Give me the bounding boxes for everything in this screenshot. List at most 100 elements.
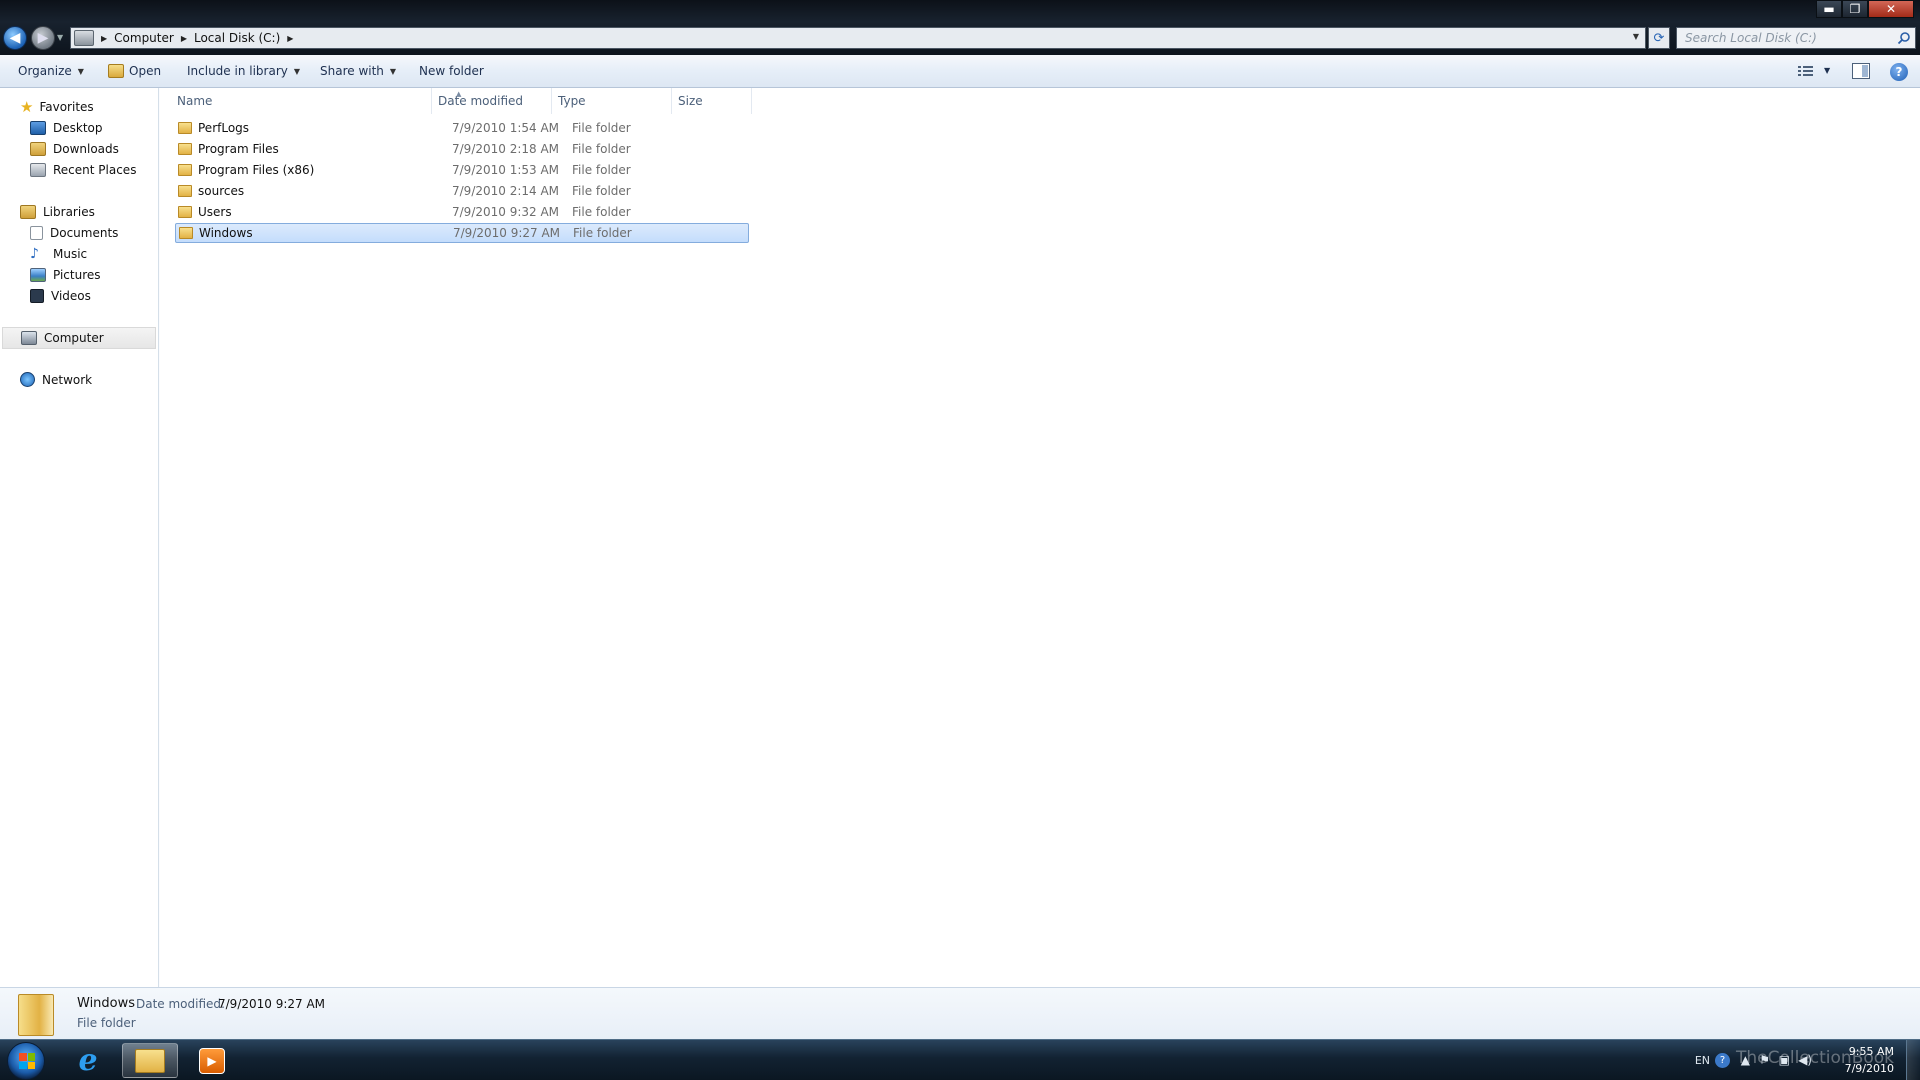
search-placeholder: Search Local Disk (C:) (1685, 31, 1817, 45)
star-icon: ★ (20, 97, 34, 116)
details-pane: Windows Date modified: 7/9/2010 9:27 AM … (0, 987, 1920, 1039)
volume-icon[interactable]: ◀) (1798, 1053, 1812, 1067)
file-date-modified: 7/9/2010 9:32 AM (452, 205, 560, 219)
file-name: sources (198, 184, 245, 198)
videos-icon (30, 288, 44, 303)
folder-icon (178, 122, 192, 134)
sidebar-item-libraries[interactable]: Libraries (20, 202, 95, 221)
taskbar-windows-explorer[interactable] (122, 1043, 178, 1078)
sidebar-item-pictures[interactable]: Pictures (30, 265, 101, 284)
refresh-icon: ⟳ (1653, 30, 1665, 46)
open-label: Open (129, 64, 162, 78)
show-desktop-button[interactable] (1906, 1040, 1920, 1080)
table-row[interactable]: sources 7/9/2010 2:14 AM File folder (175, 181, 749, 201)
maximize-button[interactable]: ❐ (1842, 0, 1868, 18)
forward-button[interactable]: ▶ (31, 26, 55, 50)
share-with-button[interactable]: Share with ▼ (320, 64, 396, 78)
show-hidden-icons-icon[interactable]: ▲ (1741, 1053, 1750, 1067)
file-type: File folder (572, 163, 631, 177)
preview-pane-icon[interactable] (1852, 63, 1870, 79)
help-icon[interactable]: ? (1890, 63, 1908, 81)
file-type: File folder (572, 184, 631, 198)
sidebar-item-favorites[interactable]: ★ Favorites (20, 97, 94, 116)
view-options-chevron-icon[interactable]: ▼ (1824, 66, 1830, 75)
pictures-icon (30, 267, 46, 282)
music-icon: ♪ (30, 245, 39, 262)
file-name: Program Files (198, 142, 279, 156)
column-header-size[interactable]: Size (672, 88, 752, 114)
column-header-label: Date modified (438, 94, 524, 108)
sidebar-item-label: Computer (44, 331, 104, 345)
table-row[interactable]: Program Files (x86) 7/9/2010 1:53 AM Fil… (175, 160, 749, 180)
windows-logo-icon (19, 1053, 35, 1069)
network-icon (20, 372, 35, 387)
column-header-name[interactable]: Name (160, 88, 432, 114)
breadcrumb-local-disk[interactable]: Local Disk (C:) (194, 31, 280, 45)
column-header-date-modified[interactable]: Date modified (432, 88, 552, 114)
column-header-label: Name (177, 94, 213, 108)
clock-date[interactable]: 7/9/2010 (1845, 1062, 1894, 1075)
sidebar-item-downloads[interactable]: Downloads (30, 139, 119, 158)
language-indicator[interactable]: EN (1695, 1054, 1710, 1067)
column-header-label: Type (558, 94, 586, 108)
column-header-type[interactable]: Type (552, 88, 672, 114)
share-with-label: Share with (320, 64, 384, 78)
details-item-name: Windows (77, 996, 136, 1011)
change-view-icon[interactable] (1798, 65, 1814, 77)
include-in-library-button[interactable]: Include in library ▼ (187, 64, 300, 78)
folder-icon (18, 994, 54, 1036)
sidebar-item-music[interactable]: ♪ Music (30, 244, 87, 263)
action-center-flag-icon[interactable]: ⚑ (1759, 1053, 1770, 1067)
table-row[interactable]: Program Files 7/9/2010 2:18 AM File fold… (175, 139, 749, 159)
sidebar-item-documents[interactable]: Documents (30, 223, 118, 242)
address-bar[interactable]: ▶ Computer ▶ Local Disk (C:) ▶ ▼ (70, 27, 1646, 49)
start-button[interactable] (7, 1042, 45, 1080)
table-row[interactable]: Windows 7/9/2010 9:27 AM File folder (175, 223, 749, 243)
clock-time[interactable]: 9:55 AM (1849, 1045, 1894, 1058)
arrow-right-icon: ▶ (37, 30, 49, 46)
organize-label: Organize (18, 64, 72, 78)
sidebar-item-network[interactable]: Network (20, 370, 92, 389)
sidebar-item-label: Music (53, 246, 88, 261)
file-name: Program Files (x86) (198, 163, 315, 177)
address-history-dropdown-icon[interactable]: ▼ (1633, 32, 1639, 41)
minimize-button[interactable]: ▬ (1816, 0, 1842, 18)
chevron-down-icon: ▼ (77, 66, 84, 76)
taskbar-media-player[interactable]: ▶ (184, 1043, 240, 1078)
sidebar-item-recent-places[interactable]: Recent Places (30, 160, 136, 179)
search-input[interactable]: Search Local Disk (C:) (1676, 27, 1916, 49)
sidebar-item-computer[interactable]: Computer (2, 327, 156, 349)
sidebar-item-desktop[interactable]: Desktop (30, 118, 103, 137)
help-tray-icon[interactable]: ? (1715, 1053, 1730, 1068)
organize-button[interactable]: Organize ▼ (18, 64, 84, 78)
file-date-modified: 7/9/2010 2:14 AM (452, 184, 560, 198)
sidebar-item-label: Pictures (53, 267, 101, 282)
recent-pages-dropdown[interactable]: ▼ (57, 33, 63, 42)
file-list: Name ▲ Date modified Type Size PerfLogs … (160, 88, 1920, 987)
chevron-down-icon: ▼ (293, 66, 301, 76)
sidebar-item-label: Recent Places (53, 162, 137, 177)
details-date-value: 7/9/2010 9:27 AM (218, 997, 326, 1011)
new-folder-button[interactable]: New folder (419, 64, 484, 78)
table-row[interactable]: Users 7/9/2010 9:32 AM File folder (175, 202, 749, 222)
refresh-button[interactable]: ⟳ (1648, 27, 1670, 49)
new-folder-label: New folder (419, 64, 484, 78)
table-row[interactable]: PerfLogs 7/9/2010 1:54 AM File folder (175, 118, 749, 138)
network-tray-icon[interactable]: ▣ (1779, 1053, 1790, 1067)
back-button[interactable]: ◀ (3, 26, 27, 50)
open-button[interactable]: Open (108, 64, 161, 78)
sidebar-item-label: Documents (50, 225, 119, 240)
close-button[interactable]: ✕ (1868, 0, 1914, 18)
documents-icon (30, 225, 43, 240)
breadcrumb-separator-icon[interactable]: ▶ (181, 34, 187, 43)
open-folder-icon (108, 64, 124, 78)
downloads-icon (30, 141, 46, 156)
sidebar-item-label: Libraries (43, 204, 95, 219)
breadcrumb-computer[interactable]: Computer (114, 31, 174, 45)
sidebar-item-videos[interactable]: Videos (30, 286, 91, 305)
breadcrumb-separator-icon[interactable]: ▶ (101, 34, 107, 43)
search-icon[interactable] (1897, 31, 1911, 45)
breadcrumb-separator-icon[interactable]: ▶ (287, 34, 293, 43)
folder-icon (178, 185, 192, 197)
taskbar-internet-explorer[interactable]: e (60, 1043, 116, 1078)
